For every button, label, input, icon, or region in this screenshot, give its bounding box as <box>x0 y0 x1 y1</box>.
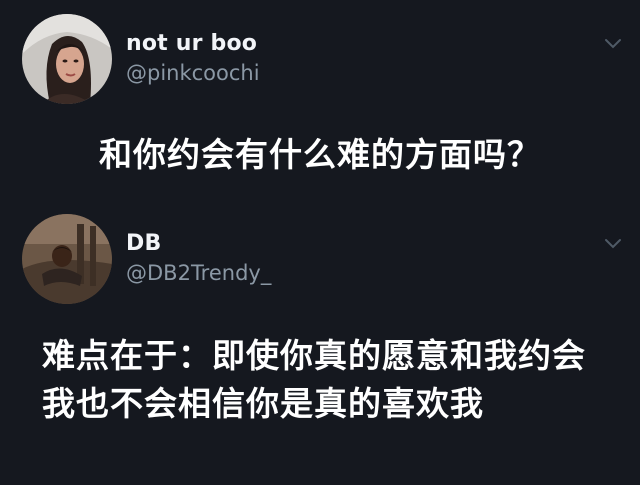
user-name[interactable]: DB <box>126 231 161 256</box>
avatar-db[interactable] <box>22 214 112 304</box>
user-name[interactable]: not ur boo <box>126 31 257 56</box>
tweet-text-line-1: 难点在于：即使你真的愿意和我约会 <box>42 336 586 375</box>
tweet-1: not ur boo @pinkcoochi 和你约会有什么难的方面吗？ <box>0 0 640 200</box>
chevron-down-icon[interactable] <box>604 238 622 250</box>
user-handle[interactable]: @pinkcoochi <box>126 61 260 85</box>
avatar-not-ur-boo[interactable] <box>22 14 112 104</box>
user-handle[interactable]: @DB2Trendy_ <box>126 261 271 285</box>
tweet-text-line-2: 我也不会相信你是真的喜欢我 <box>42 384 484 423</box>
chevron-down-icon[interactable] <box>604 38 622 50</box>
tweet-text: 难点在于：即使你真的愿意和我约会 我也不会相信你是真的喜欢我 <box>42 332 586 428</box>
tweet-text: 和你约会有什么难的方面吗？ <box>99 135 541 174</box>
profile-photo-man <box>22 214 112 304</box>
profile-photo-woman <box>22 14 112 104</box>
tweet-2: DB @DB2Trendy_ 难点在于：即使你真的愿意和我约会 我也不会相信你是… <box>0 200 640 485</box>
